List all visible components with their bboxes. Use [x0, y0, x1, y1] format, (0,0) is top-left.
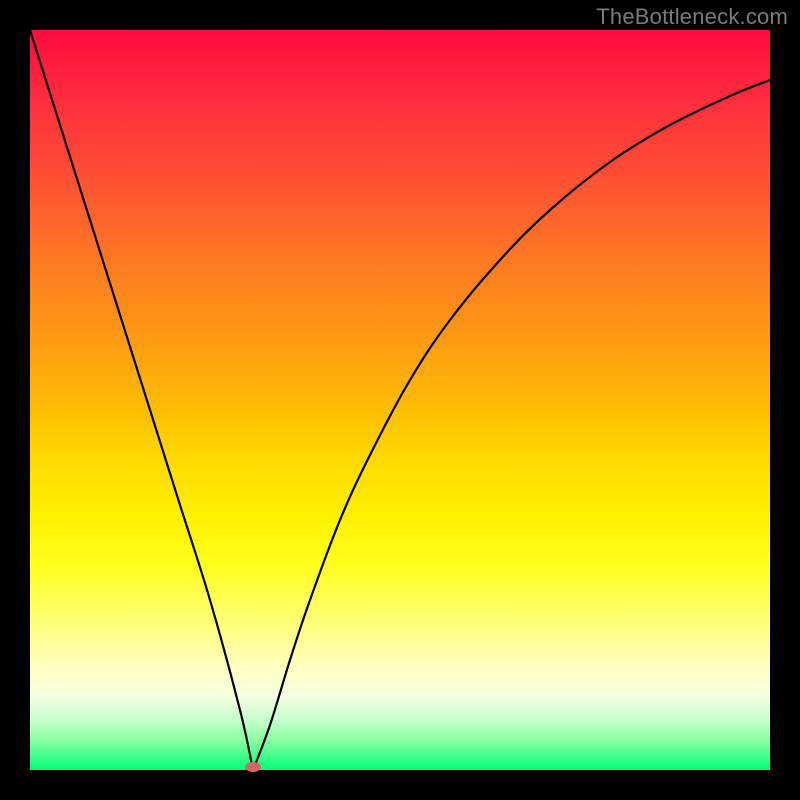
attribution-label: TheBottleneck.com	[596, 4, 788, 30]
chart-frame: TheBottleneck.com	[0, 0, 800, 800]
bottleneck-curve	[30, 30, 770, 770]
plot-area	[30, 30, 770, 770]
bottleneck-marker-icon	[245, 762, 261, 772]
